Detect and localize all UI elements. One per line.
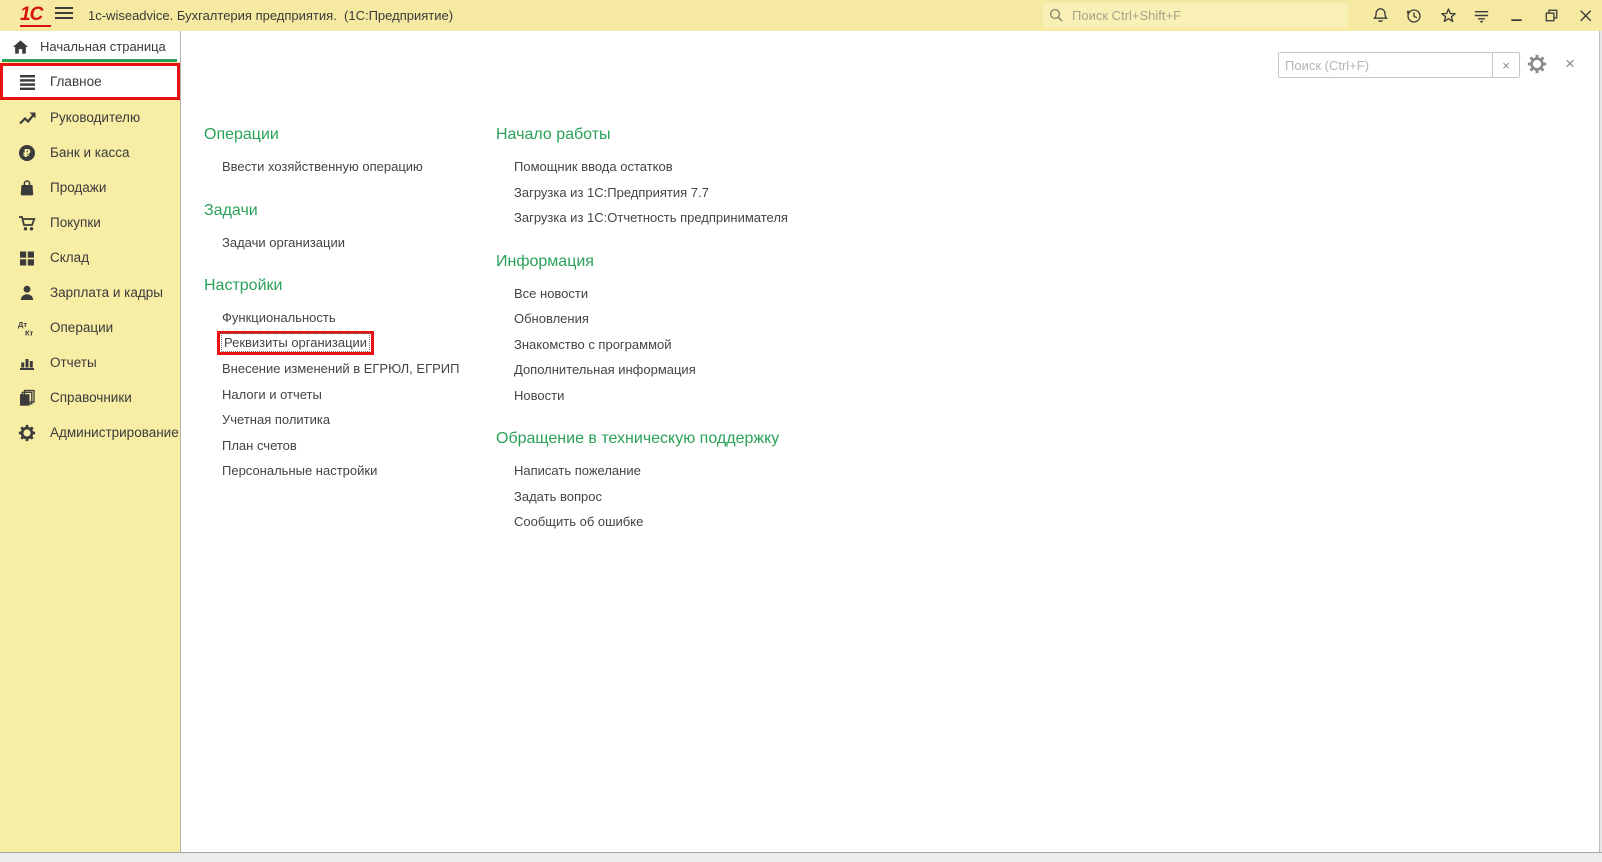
link-napisat-pozhelanie[interactable]: Написать пожелание [514,463,641,478]
sidebar-item-label: Отчеты [50,355,97,370]
section-operatsii: Операции Ввести хозяйственную операцию [204,124,489,180]
page-search-input[interactable] [1279,53,1492,77]
sidebar-item-label: Руководителю [50,110,141,125]
link-uchetnaya-politika[interactable]: Учетная политика [222,412,330,427]
window-bottom-strip [0,852,1602,862]
section-heading: Начало работы [496,126,611,143]
tab-home-label: Начальная страница [40,39,166,54]
sidebar-item-label: Операции [50,320,114,335]
section-heading: Информация [496,252,594,270]
bar-chart-icon [17,353,37,373]
page-close-icon[interactable]: × [1560,54,1580,74]
minimize-button[interactable] [1507,6,1526,25]
title-bar: 1С 1c-wiseadvice. Бухгалтерия предприяти… [0,0,1602,32]
link-vvesti-hozyaystvennuyu-operatsiyu[interactable]: Ввести хозяйственную операцию [222,159,423,174]
sidebar-item-bank-i-kassa[interactable]: ₽ Банк и касса [0,135,180,170]
link-vnesenie-izmeneniy-egrul-egrip[interactable]: Внесение изменений в ЕГРЮЛ, ЕГРИП [222,361,459,376]
sidebar-item-label: Зарплата и кадры [50,285,163,300]
app-window: 1С 1c-wiseadvice. Бухгалтерия предприяти… [0,0,1602,862]
section-tehpodderzhka: Обращение в техническую поддержку Написа… [496,428,836,535]
section-zadachi: Задачи Задачи организации [204,200,489,256]
sidebar-item-label: Банк и касса [50,145,130,160]
section-informatsiya: Информация Все новости Обновления Знаком… [496,251,836,409]
link-nalogi-i-otchety[interactable]: Налоги и отчеты [222,387,322,402]
sidebar-item-pokupki[interactable]: Покупки [0,205,180,240]
window-title: 1c-wiseadvice. Бухгалтерия предприятия. … [88,8,454,23]
home-page-content: × × Операции Ввести хозяйственную операц… [181,31,1602,853]
hamburger-icon [17,72,37,92]
main-menu-hamburger-icon[interactable] [55,7,73,23]
link-plan-schetov[interactable]: План счетов [222,438,297,453]
link-personalnye-nastroyki[interactable]: Персональные настройки [222,463,377,478]
sidebar-item-label: Администрирование [50,425,179,440]
gear-icon [17,423,37,443]
section-heading: Настройки [204,277,283,294]
section-nachalo-raboty: Начало работы Помощник ввода остатков За… [496,124,836,231]
annotation-box-rekvizity: Реквизиты организации [217,331,375,356]
tab-active-underline [2,59,177,62]
link-zadat-vopros[interactable]: Задать вопрос [514,489,602,504]
global-search-box[interactable] [1043,3,1348,28]
link-zagruzka-iz-1c-predpriyatiya-77[interactable]: Загрузка из 1С:Предприятия 7.7 [514,185,709,200]
sidebar-item-administrirovanie[interactable]: Администрирование [0,415,180,450]
section-heading: Задачи [204,201,258,219]
page-search-box: × [1278,52,1520,78]
sidebar-item-zarplata-i-kadry[interactable]: Зарплата и кадры [0,275,180,310]
search-icon [1049,8,1064,23]
link-zagruzka-iz-1c-otchetnost[interactable]: Загрузка из 1С:Отчетность предпринимател… [514,210,788,225]
link-funktsionalnost[interactable]: Функциональность [222,310,336,325]
ruble-coin-icon: ₽ [17,143,37,163]
sidebar-item-rukovoditelyu[interactable]: Руководителю [0,100,180,135]
home-icon [12,39,29,55]
sidebar-item-sklad[interactable]: Склад [0,240,180,275]
trend-chart-icon [17,108,37,128]
sidebar-item-label: Главное [50,74,102,89]
svg-text:Кт: Кт [25,328,34,337]
section-nastroyki: Настройки Функциональность Реквизиты орг… [204,275,489,484]
link-vse-novosti[interactable]: Все новости [514,286,588,301]
section-heading: Обращение в техническую поддержку [496,430,780,447]
sidebar-item-prodazhi[interactable]: Продажи [0,170,180,205]
1c-logo: 1С [20,4,43,25]
link-znakomstvo-s-programmoy[interactable]: Знакомство с программой [514,337,672,352]
restore-button[interactable] [1542,6,1561,25]
link-pomoschnik-vvoda-ostatkov[interactable]: Помощник ввода остатков [514,159,673,174]
1c-logo-underline [20,25,51,27]
reference-books-icon [17,388,37,408]
link-soobschit-ob-oshibke[interactable]: Сообщить об ошибке [514,514,643,529]
link-zadachi-organizatsii[interactable]: Задачи организации [222,235,345,250]
link-rekvizity-organizatsii[interactable]: Реквизиты организации [220,333,371,353]
sidebar-item-label: Справочники [50,390,132,405]
link-dopolnitelnaya-informatsiya[interactable]: Дополнительная информация [514,362,696,377]
section-heading: Операции [204,126,279,143]
close-button[interactable] [1576,6,1595,25]
sidebar-item-spravochniki[interactable]: Справочники [0,380,180,415]
sidebar-item-label: Продажи [50,180,107,195]
link-obnovleniya[interactable]: Обновления [514,311,589,326]
page-search-clear-button[interactable]: × [1492,53,1519,77]
history-icon[interactable] [1404,6,1423,25]
notifications-bell-icon[interactable] [1371,6,1390,25]
content-column-left: Операции Ввести хозяйственную операцию З… [204,124,489,504]
debit-credit-icon: Дт Кт [17,318,37,338]
person-icon [17,283,37,303]
shopping-cart-icon [17,213,37,233]
sidebar-item-otchety[interactable]: Отчеты [0,345,180,380]
warehouse-grid-icon [17,248,37,268]
sidebar-item-label: Покупки [50,215,101,230]
service-panel-icon[interactable] [1472,6,1491,25]
sections-panel: Начальная страница Главное Руководителю … [0,31,181,853]
content-column-right: Начало работы Помощник ввода остатков За… [496,124,836,555]
sidebar-item-glavnoe[interactable]: Главное [0,63,180,100]
shopping-bag-icon [17,178,37,198]
page-settings-gear-icon[interactable] [1527,54,1547,74]
tab-home-page[interactable]: Начальная страница [0,31,180,62]
link-novosti[interactable]: Новости [514,388,564,403]
global-search-input[interactable] [1070,7,1324,24]
sidebar-item-operatsii[interactable]: Дт Кт Операции [0,310,180,345]
favorites-star-icon[interactable] [1439,6,1458,25]
sidebar-item-label: Склад [50,250,90,265]
svg-text:₽: ₽ [23,148,31,160]
